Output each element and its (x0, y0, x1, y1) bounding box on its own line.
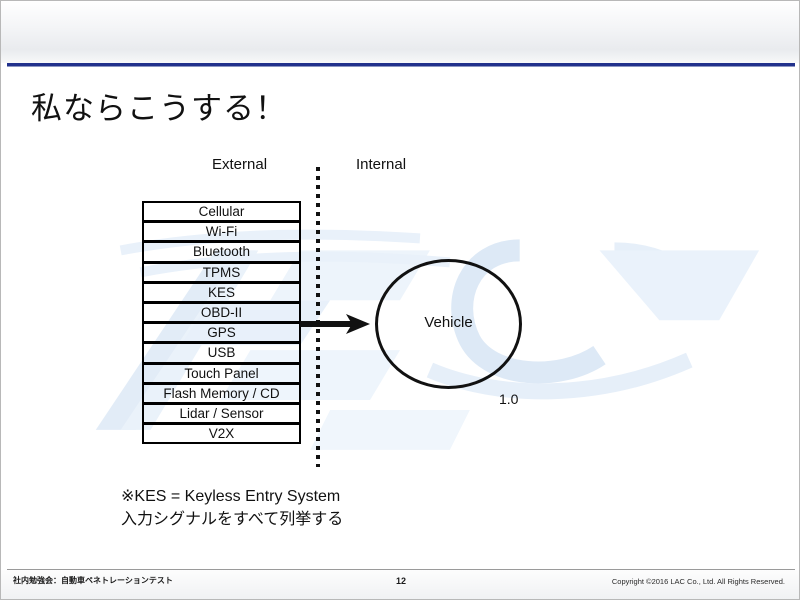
table-row: Lidar / Sensor (142, 402, 301, 425)
table-row: USB (142, 342, 301, 364)
table-row: V2X (142, 423, 301, 445)
footer-copyright: Copyright ©2016 LAC Co., Ltd. All Rights… (611, 577, 785, 586)
table-row: Cellular (142, 201, 301, 223)
footnote-block: ※KES = Keyless Entry System 入力シグナルをすべて列挙… (121, 485, 343, 531)
interface-list-table: Cellular Wi-Fi Bluetooth TPMS KES OBD-II… (142, 201, 301, 445)
slide-canvas: Level0: Bird's-Eye View LAC 私ならこうする！ Ext… (0, 0, 800, 600)
process-node-label: Vehicle (424, 314, 473, 331)
zone-label-external: External (212, 156, 268, 173)
table-row: Wi-Fi (142, 221, 301, 243)
table-row: Bluetooth (142, 241, 301, 263)
table-row: KES (142, 281, 301, 303)
table-row: Touch Panel (142, 362, 301, 384)
table-row: Flash Memory / CD (142, 382, 301, 404)
zone-label-internal: Internal (356, 156, 407, 173)
footnote-line-1: ※KES = Keyless Entry System (121, 488, 341, 505)
process-node-version: 1.0 (499, 391, 519, 407)
data-flow-arrow-icon (300, 314, 370, 334)
table-row: TPMS (142, 261, 301, 283)
table-row: OBD-II (142, 301, 301, 324)
table-row: GPS (142, 322, 301, 344)
footnote-line-2: 入力シグナルをすべて列挙する (121, 511, 344, 528)
